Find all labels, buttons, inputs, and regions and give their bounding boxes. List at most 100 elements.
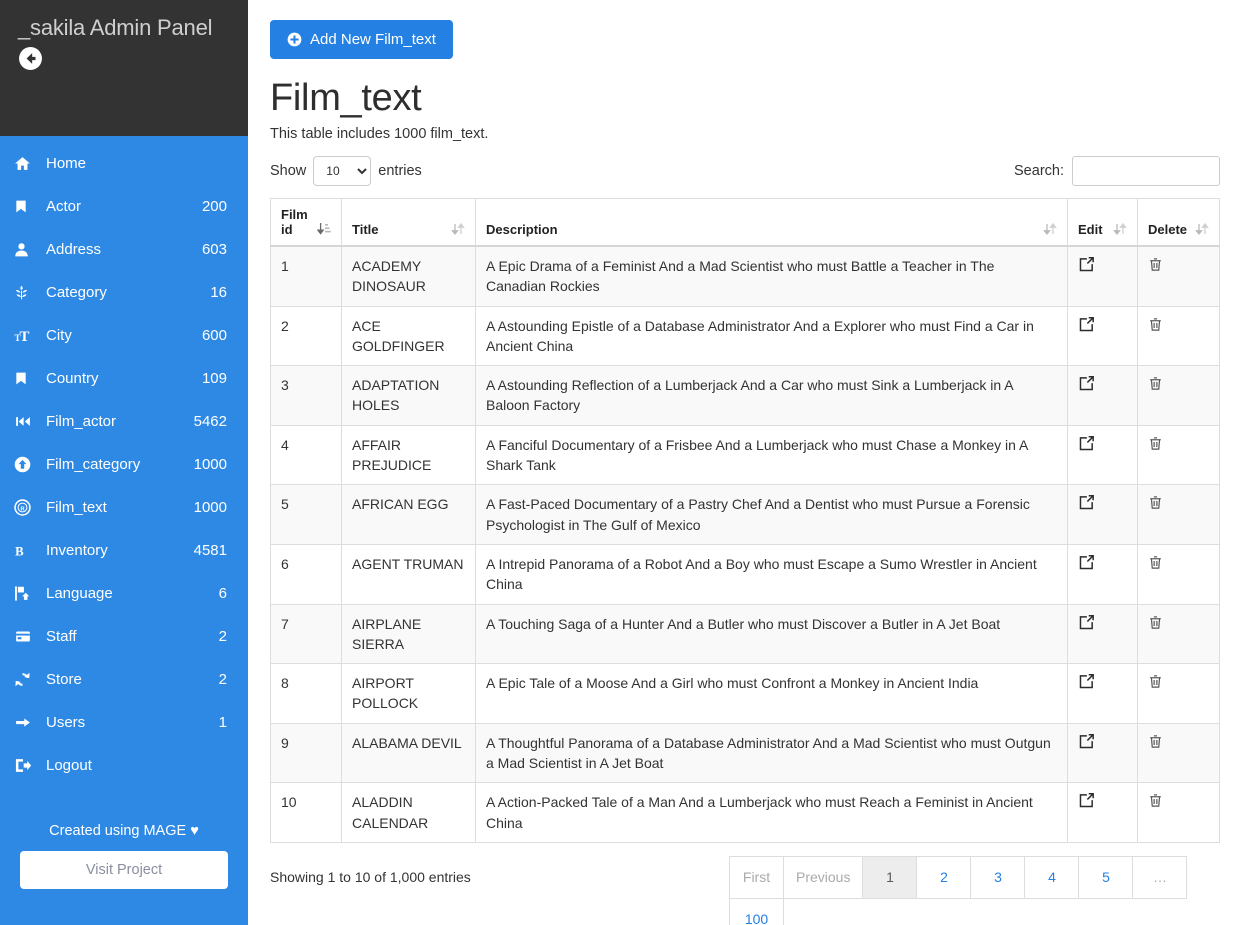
sidebar-item-count: 16 — [210, 284, 227, 301]
edit-square-pen-icon[interactable] — [1078, 614, 1095, 631]
table-row: 3 ADAPTATION HOLES A Astounding Reflection… — [270, 365, 1220, 426]
pagination-button-2[interactable]: 2 — [916, 855, 972, 899]
cell-film-id: 3 — [270, 365, 342, 426]
sidebar-item-film_category[interactable]: Film_category 1000 — [0, 443, 248, 486]
trash-icon[interactable] — [1148, 435, 1163, 452]
sidebar-item-label: Logout — [46, 757, 92, 774]
sidebar-item-staff[interactable]: Staff 2 — [0, 615, 248, 658]
sidebar-item-count: 4581 — [193, 542, 227, 559]
edit-square-pen-icon[interactable] — [1078, 792, 1095, 809]
cell-edit — [1067, 782, 1138, 843]
column-header-delete[interactable]: Delete — [1137, 198, 1220, 247]
sidebar: _sakila Admin Panel Home Actor 200 Addre… — [0, 0, 248, 925]
cell-film-id: 9 — [270, 722, 342, 784]
pagination-button-1[interactable]: 1 — [862, 855, 918, 899]
sidebar-item-store[interactable]: Store 2 — [0, 658, 248, 701]
edit-square-pen-icon[interactable] — [1078, 733, 1095, 750]
sidebar-item-category[interactable]: Category 16 — [0, 271, 248, 314]
sidebar-item-city[interactable]: T T City 600 — [0, 314, 248, 357]
sidebar-item-label: Home — [46, 155, 87, 172]
cell-film-id: 7 — [270, 603, 342, 665]
sidebar-item-inventory[interactable]: B Inventory 4581 — [0, 529, 248, 572]
svg-text:T: T — [19, 329, 29, 344]
trash-icon[interactable] — [1148, 494, 1163, 511]
trash-icon[interactable] — [1148, 316, 1163, 333]
trash-icon[interactable] — [1148, 733, 1163, 750]
cell-delete — [1137, 603, 1220, 665]
cell-film-id: 2 — [270, 305, 342, 367]
table-row: 10 ALADDIN CALENDAR A Action-Packed Tale o… — [270, 782, 1220, 843]
cell-description: A Astounding Epistle of a Database Admin… — [475, 305, 1068, 367]
sidebar-item-film_text[interactable]: R Film_text 1000 — [0, 486, 248, 529]
cell-edit — [1067, 663, 1138, 724]
sidebar-item-country[interactable]: Country 109 — [0, 357, 248, 400]
svg-text:R: R — [20, 506, 24, 512]
pagination-button-3[interactable]: 3 — [970, 855, 1026, 899]
arrow-right-icon — [14, 715, 42, 730]
cell-edit — [1067, 722, 1138, 784]
trash-icon[interactable] — [1148, 375, 1163, 392]
column-header-description[interactable]: Description — [475, 198, 1068, 247]
sort-both-icon — [1195, 221, 1209, 237]
page-title: Film_text — [270, 77, 422, 119]
pagination-button-4[interactable]: 4 — [1024, 855, 1080, 899]
cell-edit — [1067, 424, 1138, 486]
sidebar-item-count: 5462 — [193, 413, 227, 430]
sidebar-item-count: 1 — [218, 714, 227, 731]
edit-square-pen-icon[interactable] — [1078, 673, 1095, 690]
sidebar-item-actor[interactable]: Actor 200 — [0, 185, 248, 228]
arrow-circle-up-icon — [14, 456, 42, 473]
pagination-button-: … — [1132, 855, 1188, 899]
main-content: Add New Film_text Film_text This table i… — [248, 0, 1236, 925]
column-header-label: Description — [486, 222, 558, 237]
sidebar-item-language[interactable]: Language 6 — [0, 572, 248, 615]
plus-circle-icon — [287, 32, 302, 47]
edit-square-pen-icon[interactable] — [1078, 256, 1095, 273]
sidebar-item-label: Staff — [46, 628, 77, 645]
cell-delete — [1137, 484, 1220, 545]
sidebar-item-logout[interactable]: Logout — [0, 744, 248, 787]
cell-film-id: 10 — [270, 782, 342, 843]
sidebar-item-home[interactable]: Home — [0, 142, 248, 185]
edit-square-pen-icon[interactable] — [1078, 494, 1095, 511]
cell-description: A Fast-Paced Documentary of a Pastry Che… — [475, 484, 1068, 545]
sign-out-icon — [14, 757, 42, 774]
bold-b-icon: B — [14, 542, 42, 560]
search-input[interactable] — [1072, 156, 1220, 186]
cell-edit — [1067, 305, 1138, 367]
entries-per-page-select[interactable]: 102550100 — [313, 156, 372, 186]
trash-icon[interactable] — [1148, 256, 1163, 273]
fast-backward-icon — [14, 414, 42, 429]
trash-icon[interactable] — [1148, 792, 1163, 809]
cell-film-id: 5 — [270, 484, 342, 545]
edit-square-pen-icon[interactable] — [1078, 554, 1095, 571]
table-row: 2 ACE GOLDFINGER A Astounding Epistle of a… — [270, 305, 1220, 367]
visit-project-button[interactable]: Visit Project — [20, 851, 228, 889]
column-header-edit[interactable]: Edit — [1067, 198, 1138, 247]
column-header-film-id[interactable]: Film id — [270, 198, 342, 247]
edit-square-pen-icon[interactable] — [1078, 375, 1095, 392]
brand-title: _sakila Admin Panel — [18, 15, 213, 40]
pagination-button-100[interactable]: 100 — [729, 897, 784, 925]
column-header-title[interactable]: Title — [341, 198, 476, 247]
cell-delete — [1137, 245, 1220, 307]
add-new-button[interactable]: Add New Film_text — [270, 20, 453, 59]
sidebar-item-label: Film_category — [46, 456, 141, 473]
cell-delete — [1137, 305, 1220, 367]
sidebar-item-users[interactable]: Users 1 — [0, 701, 248, 744]
edit-square-pen-icon[interactable] — [1078, 316, 1095, 333]
cell-title: AFFAIR PREJUDICE — [341, 424, 476, 486]
sidebar-item-count: 200 — [201, 198, 227, 215]
arrow-circle-left-icon[interactable] — [18, 46, 43, 71]
trash-icon[interactable] — [1148, 673, 1163, 690]
sidebar-item-film_actor[interactable]: Film_actor 5462 — [0, 400, 248, 443]
column-header-label: Delete — [1148, 222, 1188, 237]
trash-icon[interactable] — [1148, 614, 1163, 631]
table-footer: Showing 1 to 10 of 1,000 entries First Pr… — [270, 855, 1220, 925]
trash-icon[interactable] — [1148, 554, 1163, 571]
sidebar-item-count: 6 — [218, 585, 227, 602]
pagination-button-5[interactable]: 5 — [1078, 855, 1134, 899]
sidebar-item-address[interactable]: Address 603 — [0, 228, 248, 271]
sort-asc-icon — [316, 221, 331, 237]
edit-square-pen-icon[interactable] — [1078, 435, 1095, 452]
